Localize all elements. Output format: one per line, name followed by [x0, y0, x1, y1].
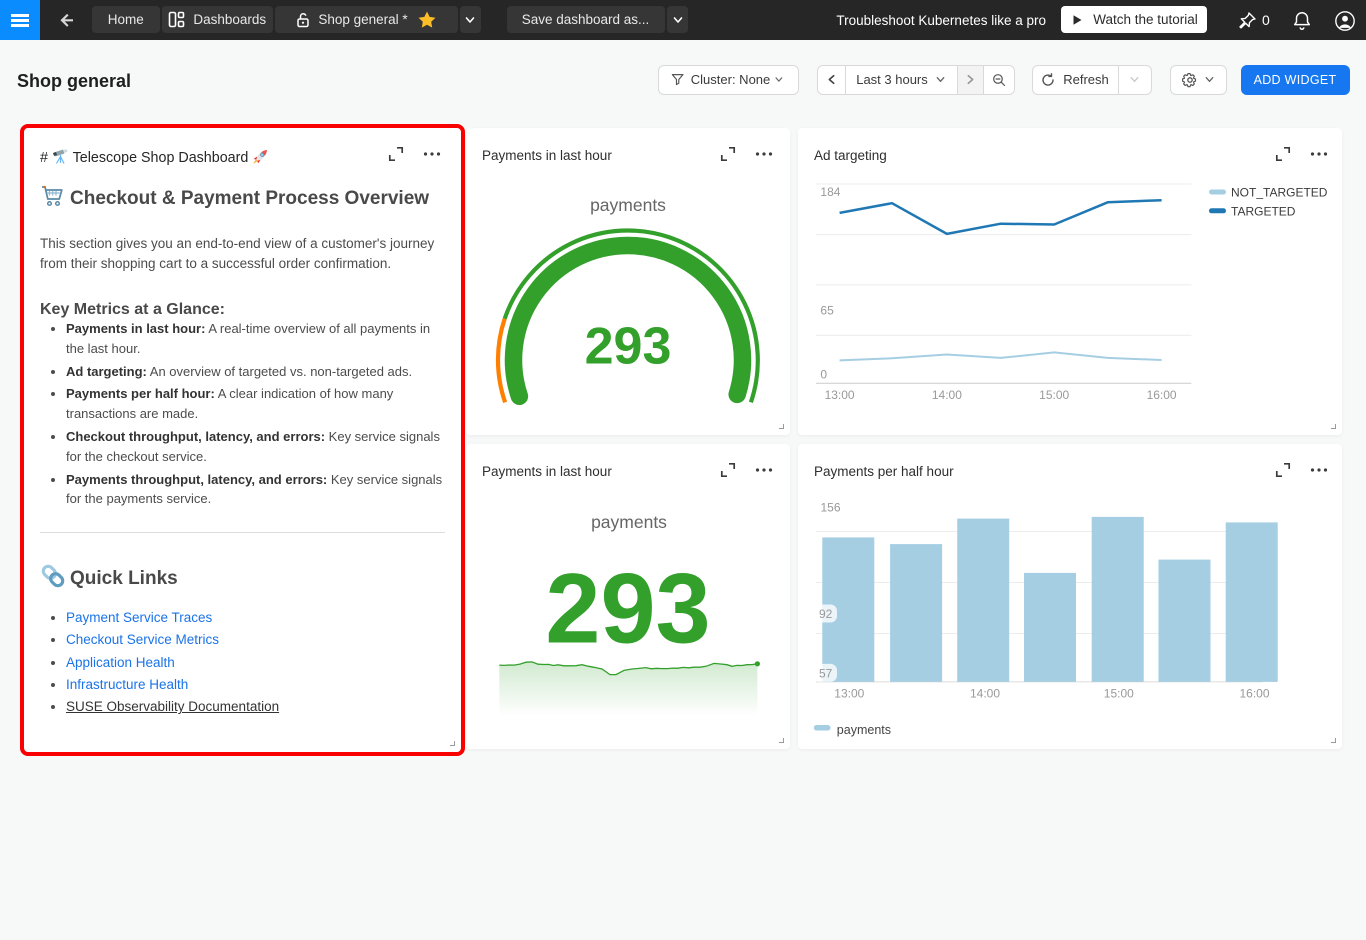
svg-text:payments: payments — [590, 195, 666, 215]
svg-text:0: 0 — [820, 368, 827, 382]
svg-text:184: 184 — [820, 185, 840, 199]
svg-text:15:00: 15:00 — [1104, 686, 1134, 700]
svg-text:57: 57 — [819, 666, 833, 680]
svg-text:293: 293 — [545, 552, 710, 663]
svg-text:156: 156 — [821, 500, 841, 514]
svg-text:16:00: 16:00 — [1147, 388, 1177, 402]
svg-text:payments: payments — [837, 723, 891, 737]
svg-text:TARGETED: TARGETED — [1231, 204, 1296, 218]
svg-text:13:00: 13:00 — [825, 388, 855, 402]
svg-text:payments: payments — [591, 512, 667, 532]
svg-text:92: 92 — [819, 607, 833, 621]
svg-text:65: 65 — [820, 303, 834, 317]
svg-text:NOT_TARGETED: NOT_TARGETED — [1231, 186, 1328, 200]
svg-text:14:00: 14:00 — [932, 388, 962, 402]
svg-text:14:00: 14:00 — [970, 686, 1000, 700]
svg-text:15:00: 15:00 — [1039, 388, 1069, 402]
svg-text:16:00: 16:00 — [1239, 686, 1269, 700]
svg-text:13:00: 13:00 — [834, 686, 864, 700]
svg-text:293: 293 — [585, 318, 672, 376]
